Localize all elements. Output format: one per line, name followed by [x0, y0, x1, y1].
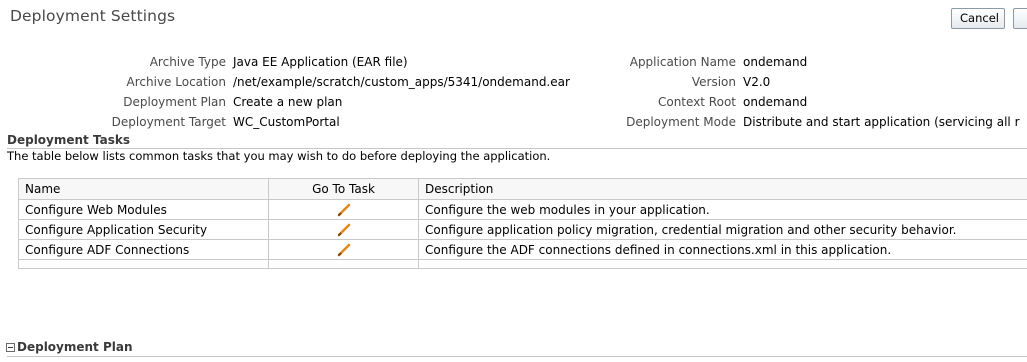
summary-left-labels: Archive Type Archive Location Deployment…: [0, 55, 226, 135]
archive-location-label: Archive Location: [126, 75, 226, 89]
context-root-label: Context Root: [657, 95, 736, 109]
table-row: Configure ADF Connections Configure the …: [18, 239, 1027, 260]
table-header-row: Name Go To Task Description: [18, 178, 1027, 200]
pencil-icon[interactable]: [336, 243, 352, 257]
column-header-go-to-task[interactable]: Go To Task: [268, 178, 419, 200]
task-description: Configure the ADF connections defined in…: [418, 239, 1027, 260]
page-title: Deployment Settings: [10, 7, 176, 25]
archive-type-label: Archive Type: [149, 55, 226, 69]
deployment-plan-section[interactable]: Deployment Plan: [6, 340, 133, 354]
go-to-task-cell: [268, 199, 419, 220]
task-name: Configure Application Security: [18, 219, 269, 240]
task-name: Configure Web Modules: [18, 199, 269, 220]
application-name-label: Application Name: [629, 55, 736, 69]
deployment-mode-label: Deployment Mode: [626, 115, 736, 129]
deployment-target-label: Deployment Target: [111, 115, 226, 129]
go-to-task-cell: [268, 219, 419, 240]
column-header-name[interactable]: Name: [18, 178, 269, 200]
column-header-description[interactable]: Description: [418, 178, 1027, 200]
section-divider: [7, 356, 1027, 357]
cancel-button[interactable]: Cancel: [951, 8, 1005, 29]
task-description: Configure the web modules in your applic…: [418, 199, 1027, 220]
context-root-value: ondemand: [743, 95, 808, 109]
pencil-icon[interactable]: [336, 203, 352, 217]
go-to-task-cell: [268, 239, 419, 260]
deployment-tasks-table: Name Go To Task Description Configure We…: [18, 178, 1027, 269]
table-row: Configure Web Modules Configure the web …: [18, 199, 1027, 220]
deployment-tasks-description: The table below lists common tasks that …: [7, 149, 551, 163]
deployment-plan-value: Create a new plan: [233, 95, 343, 109]
deployment-plan-heading: Deployment Plan: [17, 340, 133, 354]
deployment-plan-label: Deployment Plan: [123, 95, 226, 109]
summary-right-labels: Application Name Version Context Root De…: [500, 55, 736, 135]
task-description: Configure application policy migration, …: [418, 219, 1027, 240]
deployment-tasks-heading: Deployment Tasks: [7, 133, 130, 147]
deployment-mode-value: Distribute and start application (servic…: [743, 115, 1020, 129]
next-button[interactable]: [1013, 8, 1027, 29]
task-name: Configure ADF Connections: [18, 239, 269, 260]
table-row: Configure Application Security Configure…: [18, 219, 1027, 240]
archive-type-value: Java EE Application (EAR file): [233, 55, 408, 69]
application-name-value: ondemand: [743, 55, 808, 69]
table-footer-row: [18, 259, 1027, 269]
version-label: Version: [691, 75, 736, 89]
collapse-icon[interactable]: [6, 343, 15, 352]
version-value: V2.0: [743, 75, 771, 89]
pencil-icon[interactable]: [336, 223, 352, 237]
deployment-target-value: WC_CustomPortal: [233, 115, 340, 129]
